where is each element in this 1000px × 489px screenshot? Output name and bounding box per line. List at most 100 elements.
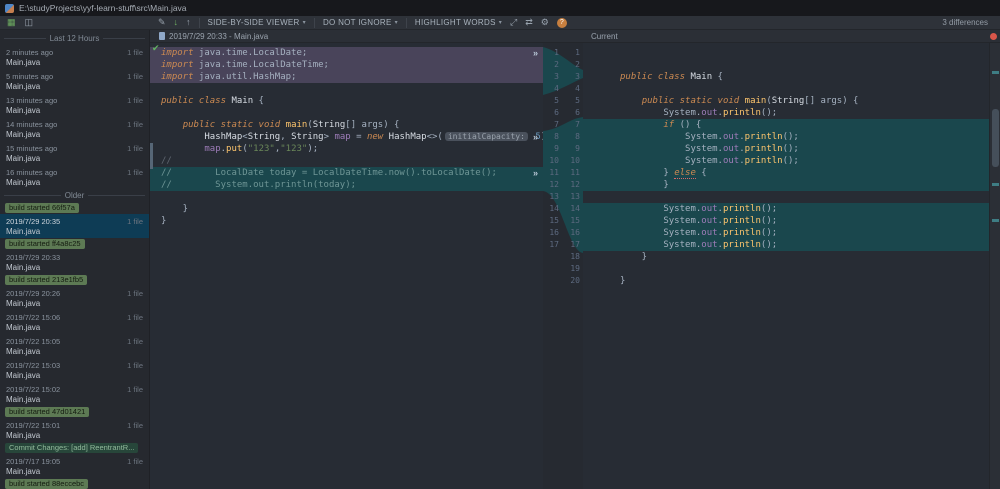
chevron-down-icon: ▾ xyxy=(394,20,398,26)
diff-viewer: 2019/7/29 20:33 - Main.java Current ✔ im… xyxy=(150,30,1000,489)
left-pane-header: 2019/7/29 20:33 - Main.java xyxy=(150,32,268,41)
apply-change-chevron-icon[interactable]: » xyxy=(533,47,545,59)
history-entry[interactable]: 15 minutes ago 1 file Main.java xyxy=(0,141,149,165)
history-badge-row[interactable]: Commit Changes: [add] ReentrantR... xyxy=(0,442,149,454)
line-number: 5 xyxy=(575,96,580,105)
help-icon[interactable]: ? xyxy=(556,17,567,28)
history-entry[interactable]: 2019/7/22 15:03 1 file Main.java xyxy=(0,358,149,382)
history-list: Last 12 Hours 2 minutes ago 1 file Main.jav… xyxy=(0,32,149,489)
code-token: System. xyxy=(620,240,702,250)
history-entry-top: 5 minutes ago 1 file xyxy=(6,71,143,81)
change-mark[interactable] xyxy=(992,71,999,74)
code-token: put xyxy=(226,144,243,154)
history-entry-top: 13 minutes ago 1 file xyxy=(6,95,143,105)
history-entry[interactable]: 5 minutes ago 1 file Main.java xyxy=(0,69,149,93)
history-entry[interactable]: 2019/7/22 15:02 1 file Main.java xyxy=(0,382,149,406)
line-number: 14 xyxy=(549,204,559,213)
code-token: (); xyxy=(760,228,778,238)
code-line: } xyxy=(150,203,543,215)
history-entry-time: 2019/7/22 15:01 xyxy=(6,420,61,430)
history-entry[interactable]: 2019/7/17 19:05 1 file Main.java xyxy=(0,454,149,478)
history-sidebar[interactable]: Last 12 Hours 2 minutes ago 1 file Main.jav… xyxy=(0,30,150,489)
code-token: (); xyxy=(782,132,799,142)
code-token: Main xyxy=(231,96,254,106)
history-entry[interactable]: 2019/7/29 20:26 1 file Main.java xyxy=(0,286,149,310)
settings-gear-icon[interactable]: ⚙ xyxy=(541,18,549,27)
code-line: if () { xyxy=(583,119,989,131)
code-line: System.out.println(); xyxy=(583,155,989,167)
code-line: System.out.println(); xyxy=(583,239,989,251)
history-entry[interactable]: 13 minutes ago 1 file Main.java xyxy=(0,93,149,117)
viewer-dropdown-label: SIDE-BY-SIDE VIEWER xyxy=(207,18,300,27)
previous-difference-icon[interactable]: ↑ xyxy=(186,18,191,27)
toolbar-divider xyxy=(198,17,200,28)
edit-icon[interactable]: ✎ xyxy=(158,18,166,27)
left-scrollbar-thumb[interactable] xyxy=(150,143,153,169)
toolbar-corner: ▦ ◫ xyxy=(0,18,150,27)
left-editor[interactable]: import java.time.LocalDate; import java.t… xyxy=(150,43,543,489)
code-token: System. xyxy=(620,216,702,226)
no-problems-check-icon: ✔ xyxy=(152,43,160,53)
code-line: System.out.println(); xyxy=(583,203,989,215)
code-token: // xyxy=(161,156,172,166)
history-entry[interactable]: 2019/7/29 20:35 1 file Main.java xyxy=(0,214,149,238)
history-badge-row[interactable]: build started 66f57a xyxy=(0,202,149,214)
line-number: 9 xyxy=(554,144,559,153)
code-token: (); xyxy=(760,204,778,214)
history-entry[interactable]: 2019/7/22 15:01 1 file Main.java xyxy=(0,418,149,442)
history-entry-file: Main.java xyxy=(6,106,41,115)
history-entry[interactable]: 14 minutes ago 1 file Main.java xyxy=(0,117,149,141)
right-line-numbers: 1 2 3 4 5 6 7 8 9 10 11 12 13 14 15 16 17 18 19 20 xyxy=(564,47,580,287)
history-entry-count: 1 file xyxy=(127,456,143,466)
history-entry-file: Main.java xyxy=(6,58,41,67)
right-scrollbar-thumb[interactable] xyxy=(992,109,999,167)
code-token: { xyxy=(712,72,723,82)
highlight-policy-dropdown[interactable]: HIGHLIGHT WORDS ▾ xyxy=(415,18,502,27)
history-entry[interactable]: 2019/7/22 15:05 1 file Main.java xyxy=(0,334,149,358)
history-entry-top: 2019/7/22 15:03 1 file xyxy=(6,360,143,370)
change-mark[interactable] xyxy=(992,183,999,186)
expand-icon[interactable]: ⤢ xyxy=(510,18,517,27)
divider xyxy=(103,38,145,39)
code-token: out xyxy=(701,204,718,214)
next-difference-icon[interactable]: ↓ xyxy=(174,18,179,27)
history-badge-row[interactable]: build started 88eccebc xyxy=(0,478,149,489)
error-stripe[interactable] xyxy=(989,43,1000,489)
apply-change-chevron-icon[interactable]: » xyxy=(533,167,545,179)
history-entry-time: 15 minutes ago xyxy=(6,143,58,153)
history-entry[interactable]: 16 minutes ago 1 file Main.java xyxy=(0,165,149,189)
viewer-dropdown[interactable]: SIDE-BY-SIDE VIEWER ▾ xyxy=(208,18,306,27)
diff-gutter: 1 2 3 4 5 6 7 8 9 10 11 12 13 14 15 16 17 1 2 3 4 5 6 7 8 9 10 11 1… xyxy=(543,43,583,489)
history-entry-count: 1 file xyxy=(127,47,143,57)
code-line: } else { xyxy=(583,167,989,179)
history-entry[interactable]: 2019/7/29 20:33 Main.java xyxy=(0,250,149,274)
panels-icon[interactable]: ◫ xyxy=(25,18,34,27)
line-number: 5 xyxy=(554,96,559,105)
ignore-policy-dropdown[interactable]: DO NOT IGNORE ▾ xyxy=(323,18,398,27)
history-badge-row[interactable]: build started ff4a8c25 xyxy=(0,238,149,250)
history-entry-top: 2019/7/22 15:06 1 file xyxy=(6,312,143,322)
apply-change-chevron-icon[interactable]: » xyxy=(533,131,545,143)
history-entry-file: Main.java xyxy=(6,82,41,91)
chevron-down-icon: ▾ xyxy=(498,20,503,26)
line-number: 12 xyxy=(570,180,580,189)
project-grid-icon[interactable]: ▦ xyxy=(7,18,16,27)
code-token: println xyxy=(722,240,761,250)
history-entry-count: 1 file xyxy=(127,216,143,226)
code-token: String xyxy=(312,120,346,130)
history-badge-row[interactable]: build started 47d01421 xyxy=(0,406,149,418)
highlight-policy-label: HIGHLIGHT WORDS xyxy=(414,18,496,27)
right-editor[interactable]: public class Main { public static void m… xyxy=(583,43,989,489)
code-token: } xyxy=(620,168,675,178)
change-mark[interactable] xyxy=(992,219,999,222)
code-token: java.time.LocalDate; xyxy=(193,48,308,58)
swap-sides-icon[interactable]: ⇄ xyxy=(525,18,533,27)
code-token: initialCapacity: xyxy=(444,132,528,141)
history-entry[interactable]: 2 minutes ago 1 file Main.java xyxy=(0,45,149,69)
history-entry[interactable]: 2019/7/22 15:06 1 file Main.java xyxy=(0,310,149,334)
code-token: java.util.HashMap; xyxy=(193,72,297,82)
history-badge-row[interactable]: build started 213e1fb5 xyxy=(0,274,149,286)
code-token: HashMap xyxy=(388,132,427,142)
